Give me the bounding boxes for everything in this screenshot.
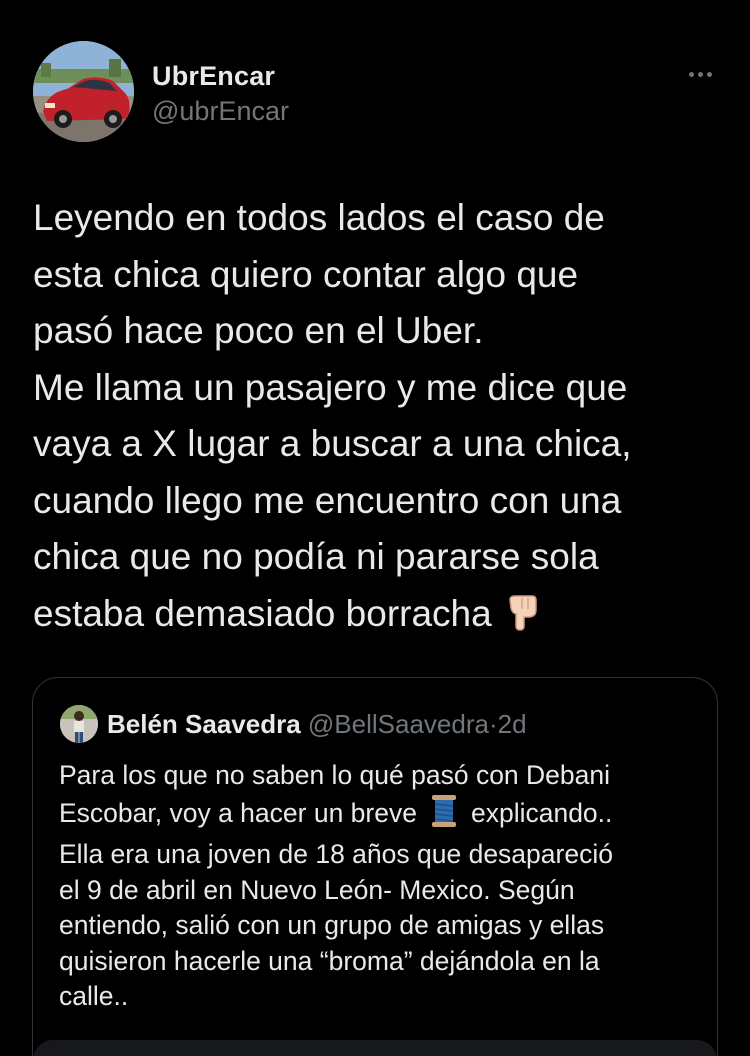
author-display-name[interactable]: UbrEncar	[152, 61, 275, 92]
quoted-text-line: calle..	[59, 981, 129, 1011]
tweet-text: Leyendo en todos lados el caso de esta c…	[33, 190, 723, 648]
person-avatar-icon	[60, 705, 98, 743]
author-avatar[interactable]	[33, 41, 134, 142]
tweet-text-line: Me llama un pasajero y me dice que	[33, 366, 628, 408]
more-dot	[706, 71, 712, 77]
tweet-text-line: Leyendo en todos lados el caso de	[33, 197, 605, 238]
quoted-text-segment: explicando..	[470, 797, 613, 828]
quoted-tweet-header: Belén Saavedra @BellSaavedra·2d	[107, 709, 527, 740]
quoted-text-line: Escobar, voy a hacer un breve explicando.…	[59, 794, 699, 838]
tweet-text-line: esta chica quiero contar algo que	[33, 253, 579, 295]
more-dots-icon	[688, 71, 694, 77]
quoted-text-line: Para los que no saben lo qué pasó con De…	[59, 760, 611, 790]
quoted-author-name[interactable]: Belén Saavedra	[107, 709, 301, 739]
quoted-text-segment: Escobar, voy a hacer un breve	[59, 797, 417, 828]
quoted-text-line: Ella era una joven de 18 años que desapa…	[59, 839, 613, 869]
red-car-avatar-icon	[33, 41, 134, 142]
quoted-tweet-text: Para los que no saben lo qué pasó con De…	[59, 758, 699, 1015]
quoted-author-avatar[interactable]	[60, 705, 98, 743]
quoted-text-line: quisieron hacerle una “broma” dejándola …	[59, 945, 600, 976]
quoted-tweet-card[interactable]: Belén Saavedra @BellSaavedra·2d Para los…	[32, 677, 718, 1056]
quoted-separator: ·	[488, 709, 498, 739]
tweet-text-segment: estaba demasiado borracha	[33, 592, 492, 634]
more-dot	[697, 71, 703, 77]
more-options-button[interactable]	[680, 62, 720, 86]
quoted-timestamp[interactable]: 2d	[498, 709, 527, 739]
pointing-down-hand-emoji-icon	[506, 592, 540, 649]
thread-spool-emoji-icon	[429, 794, 459, 838]
author-handle[interactable]: @ubrEncar	[152, 96, 289, 127]
tweet-text-line: cuando llego me encuentro con una	[33, 479, 622, 521]
tweet-text-line: pasó hace poco en el Uber.	[33, 310, 484, 351]
reply-input-bar[interactable]	[33, 1040, 717, 1056]
quoted-text-line: el 9 de abril en Nuevo León- Mexico. Seg…	[59, 874, 575, 905]
tweet-text-line: chica que no podía ni pararse sola	[33, 536, 599, 577]
quoted-text-line: entiendo, salió con un grupo de amigas y…	[59, 910, 605, 940]
tweet-page: UbrEncar @ubrEncar Leyendo en todos lado…	[0, 0, 750, 1056]
tweet-text-line-last: estaba demasiado borracha	[33, 586, 723, 649]
tweet-text-line: vaya a X lugar a buscar a una chica,	[33, 423, 632, 464]
quoted-author-handle[interactable]: @BellSaavedra	[308, 709, 489, 739]
